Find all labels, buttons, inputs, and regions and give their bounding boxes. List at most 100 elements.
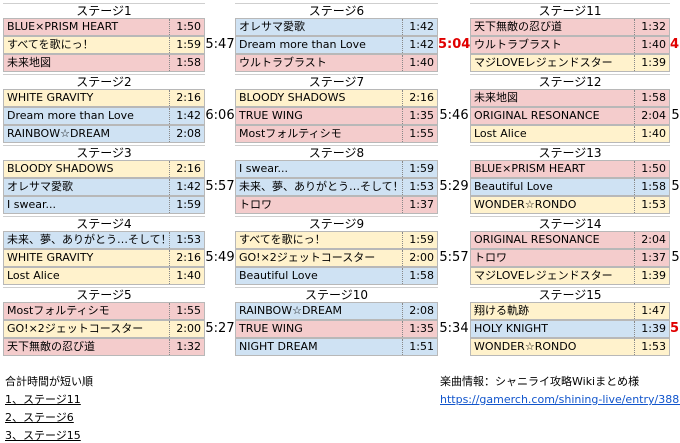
song-name: 天下無敵の忍び道	[474, 20, 562, 33]
song-row: オレサマ愛歌 1:42	[3, 178, 205, 196]
stage-total-time: 5:57	[205, 179, 235, 194]
song-time: 1:40	[641, 38, 666, 51]
stage-title: ステージ3	[3, 145, 205, 160]
ranking-item-3: 3、ステージ15	[5, 429, 81, 442]
stage-block: ステージ1 BLUE×PRISM HEART 1:50 すべてを歌にっ！ 1:59 未来地…	[3, 3, 235, 73]
column-divider	[169, 197, 170, 213]
stage-total-time: 4:51	[670, 37, 680, 52]
song-time: 1:53	[641, 198, 666, 211]
song-name: マジLOVEレジェンドスター	[474, 269, 613, 282]
stage-block: ステージ5 Mostフォルティシモ 1:55 GO!×2ジェットコースター 2:00 天下…	[3, 287, 235, 357]
column-divider	[402, 232, 403, 248]
song-row: RAINBOW☆DREAM 2:08	[3, 125, 205, 143]
stage-block: ステージ3 BLOODY SHADOWS 2:16 オレサマ愛歌 1:42 I swear…	[3, 145, 235, 215]
stage-block: ステージ11 天下無敵の忍び道 1:32 ウルトラブラスト 1:40 マジLOVEレジェン…	[470, 3, 680, 73]
song-row: ORIGINAL RESONANCE 2:04	[470, 107, 670, 125]
stage-total-time: 6:06	[205, 108, 235, 123]
column-divider	[402, 126, 403, 142]
column-divider	[402, 19, 403, 35]
stage-block: ステージ8 I swear... 1:59 未来、夢、ありがとう…そして！ 1:53 トロ…	[235, 145, 470, 215]
song-time: 1:42	[176, 109, 201, 122]
song-name: HOLY KNIGHT	[474, 322, 549, 335]
stage-title: ステージ10	[235, 287, 438, 302]
column-divider	[634, 232, 635, 248]
column-divider	[402, 55, 403, 71]
song-time: 1:59	[176, 38, 201, 51]
column-divider	[634, 126, 635, 142]
song-time: 1:55	[409, 127, 434, 140]
stage-block: ステージ6 オレサマ愛歌 1:42 Dream more than Love 1:42 ウ…	[235, 3, 470, 73]
song-name: 未来、夢、ありがとう…そして！	[7, 233, 169, 246]
song-name: RAINBOW☆DREAM	[7, 127, 111, 140]
song-name: ウルトラブラスト	[474, 38, 562, 51]
stage-title: ステージ8	[235, 145, 438, 160]
song-name: ウルトラブラスト	[239, 56, 327, 69]
song-time: 1:32	[641, 20, 666, 33]
stage-title: ステージ9	[235, 216, 438, 231]
song-row: 未来、夢、ありがとう…そして！ 1:53	[235, 178, 438, 196]
column-divider	[402, 37, 403, 53]
song-name: Dream more than Love	[239, 38, 366, 51]
column-divider	[169, 250, 170, 266]
stage-title: ステージ14	[470, 216, 670, 231]
song-name: オレサマ愛歌	[239, 20, 305, 33]
column-divider	[634, 55, 635, 71]
song-name: トロワ	[239, 198, 272, 211]
song-name: 翔ける軌跡	[474, 304, 529, 317]
song-time: 1:50	[176, 20, 201, 33]
stage-title: ステージ5	[3, 287, 205, 302]
column-divider	[634, 161, 635, 177]
column-divider	[634, 90, 635, 106]
song-name: GO!×2ジェットコースター	[7, 322, 144, 335]
song-row: BLOODY SHADOWS 2:16	[3, 160, 205, 178]
song-row: GO!×2ジェットコースター 2:00	[3, 320, 205, 338]
song-name: WHITE GRAVITY	[7, 251, 94, 264]
song-time: 1:59	[409, 233, 434, 246]
song-time: 1:42	[409, 38, 434, 51]
column-divider	[634, 250, 635, 266]
song-row: ORIGINAL RESONANCE 2:04	[470, 231, 670, 249]
song-time: 1:53	[641, 340, 666, 353]
song-name: オレサマ愛歌	[7, 180, 73, 193]
song-time: 1:59	[176, 198, 201, 211]
song-row: ウルトラブラスト 1:40	[235, 54, 438, 72]
stage-total-time: 5:42	[671, 108, 680, 123]
stage-title: ステージ2	[3, 74, 205, 89]
column-divider	[402, 90, 403, 106]
column-divider	[169, 19, 170, 35]
column-divider	[402, 339, 403, 355]
column-divider	[402, 268, 403, 284]
song-time: 1:39	[641, 269, 666, 282]
stage-block: ステージ12 未来地図 1:58 ORIGINAL RESONANCE 2:04 Lost…	[470, 74, 680, 144]
song-name: Lost Alice	[474, 127, 527, 140]
song-row: Lost Alice 1:40	[470, 125, 670, 143]
song-row: Lost Alice 1:40	[3, 267, 205, 285]
song-time: 2:08	[409, 304, 434, 317]
song-row: HOLY KNIGHT 1:39	[470, 320, 670, 338]
column-divider	[634, 321, 635, 337]
song-row: Beautiful Love 1:58	[235, 267, 438, 285]
song-row: GO!×2ジェットコースター 2:00	[235, 249, 438, 267]
song-time: 1:53	[176, 233, 201, 246]
stage-total-time: 5:46	[439, 108, 469, 123]
song-row: Mostフォルティシモ 1:55	[3, 302, 205, 320]
stage-block: ステージ7 BLOODY SHADOWS 2:16 TRUE WING 1:35 Most…	[235, 74, 470, 144]
song-time: 1:37	[409, 198, 434, 211]
stage-total-time: 5:41	[671, 179, 680, 194]
song-row: マジLOVEレジェンドスター 1:39	[470, 54, 670, 72]
column-divider	[169, 321, 170, 337]
column-divider	[169, 339, 170, 355]
song-time: 1:58	[176, 56, 201, 69]
column-divider	[169, 108, 170, 124]
source-link[interactable]: https://gamerch.com/shining-live/entry/3…	[440, 393, 680, 407]
stage-block: ステージ15 翔ける軌跡 1:47 HOLY KNIGHT 1:39 WONDER☆RON…	[470, 287, 680, 357]
column-divider	[169, 55, 170, 71]
column-divider	[634, 37, 635, 53]
song-row: 未来地図 1:58	[470, 89, 670, 107]
song-row: I swear... 1:59	[3, 196, 205, 214]
song-name: マジLOVEレジェンドスター	[474, 56, 613, 69]
song-row: すべてを歌にっ！ 1:59	[235, 231, 438, 249]
ranking-item-2: 2、ステージ6	[5, 411, 74, 424]
column-divider	[402, 250, 403, 266]
song-name: TRUE WING	[239, 322, 303, 335]
